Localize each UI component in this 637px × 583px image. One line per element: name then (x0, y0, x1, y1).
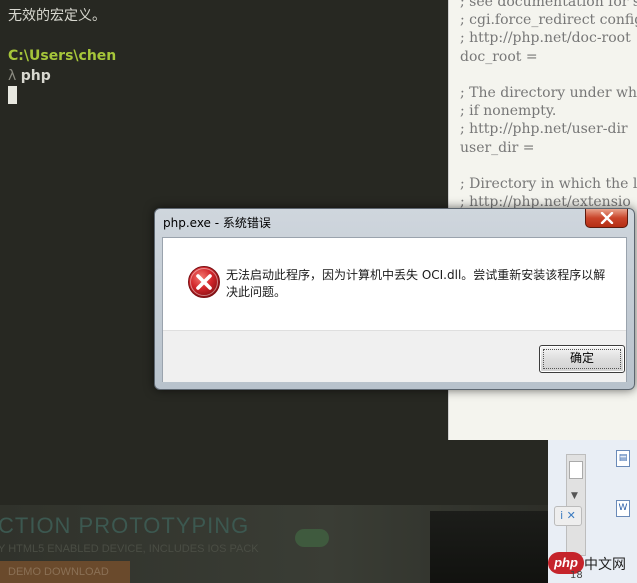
scroll-down-arrow-icon[interactable]: ▼ (571, 491, 578, 501)
ad-info-badge[interactable]: i ✕ (554, 506, 582, 526)
background-banner: CTION PROTOTYPING Y HTML5 ENABLED DEVICE… (0, 505, 548, 583)
editor-line: user_dir = (460, 139, 535, 156)
site-watermark: php 中文网 18 (548, 552, 637, 581)
editor-line: ; http://php.net/doc-root (460, 30, 631, 47)
editor-line: ; cgi.force_redirect config (460, 12, 637, 29)
dialog-footer: 确定 (163, 330, 626, 382)
side-scrollbar[interactable]: ▼ (566, 454, 586, 556)
prompt-lambda: λ (8, 68, 17, 84)
banner-download-button[interactable]: DEMO DOWNLOAD (0, 561, 130, 583)
dialog-titlebar[interactable]: php.exe - 系统错误 (155, 209, 634, 235)
terminal-line-error: 无效的宏定义。 (8, 8, 106, 24)
screen: ; see documentation for s ; cgi.force_red… (0, 0, 637, 583)
word-document-icon: W (616, 500, 630, 517)
dialog-title: php.exe - 系统错误 (163, 216, 271, 230)
watermark-badge: 18 (570, 570, 583, 581)
scrollbar-thumb[interactable] (569, 461, 583, 479)
dialog-content: 无法启动此程序，因为计算机中丢失 OCI.dll。尝试重新安装该程序以解决此问题… (162, 237, 627, 382)
editor-line: ; Directory in which the lo (460, 176, 637, 192)
terminal-cursor (8, 86, 17, 104)
ok-button-label: 确定 (569, 351, 594, 365)
banner-device-image (430, 511, 548, 583)
terminal-prompt-path: C:\Users\chen (8, 48, 117, 64)
editor-line: ; if nonempty. (460, 103, 557, 120)
terminal-command-line: λ php (8, 66, 116, 86)
terminal-command: php (20, 68, 51, 84)
close-icon (600, 212, 614, 224)
close-button[interactable] (585, 209, 628, 228)
system-error-dialog: php.exe - 系统错误 无法启动此程序，因为计算机中丢失 OCI.dll。… (154, 208, 635, 390)
editor-line: ; http://php.net/user-dir (460, 121, 628, 138)
terminal-input-line[interactable] (8, 86, 116, 106)
banner-title: CTION PROTOTYPING (0, 513, 250, 538)
error-message: 无法启动此程序，因为计算机中丢失 OCI.dll。尝试重新安装该程序以解决此问题… (226, 268, 606, 299)
editor-line: ; see documentation for s (460, 0, 637, 10)
watermark-site-name: 中文网 (584, 557, 626, 573)
dialog-message-area: 无法启动此程序，因为计算机中丢失 OCI.dll。尝试重新安装该程序以解决此问题… (163, 238, 626, 330)
editor-line: ; The directory under wh (460, 85, 637, 101)
document-icon: ▤ (616, 450, 630, 467)
error-x-icon (188, 266, 220, 298)
banner-toggle-graphic (295, 529, 329, 547)
banner-subtitle: Y HTML5 ENABLED DEVICE, INCLUDES IOS PAC… (0, 543, 259, 555)
editor-line: doc_root = (460, 48, 538, 65)
terminal-output: 无效的宏定义。 C:\Users\chen λ php (8, 6, 116, 106)
ok-button[interactable]: 确定 (539, 345, 625, 373)
